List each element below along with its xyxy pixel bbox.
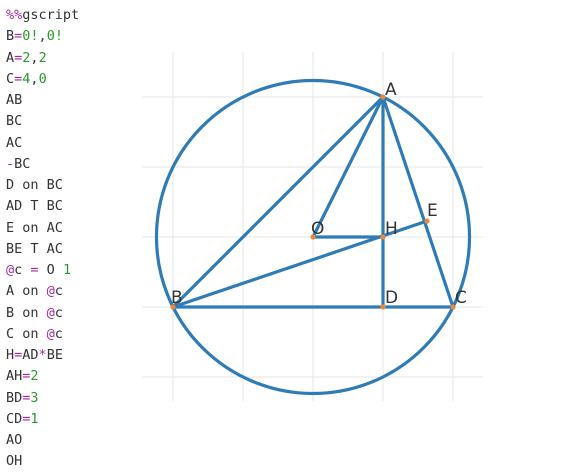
code-line: C=4,0 [6,69,79,90]
segment-ac [381,95,455,309]
segment-ab [171,95,385,309]
code-line: BD=3 [6,388,79,409]
code-token: 2 [30,368,39,385]
code-token: CD [6,410,23,427]
code-token: @ [46,325,55,342]
code-line: BE T AC [6,239,79,260]
code-token: , [38,28,47,45]
code-token: AO [6,432,23,448]
code-token: 0 [38,70,47,87]
code-token: AD T BC [6,198,63,215]
code-line: B on @c [6,303,79,324]
code-line: -BC [6,154,79,175]
code-cell[interactable]: %%gscript B=0!,0! A=2,2 C=4,0 AB BC AC -BC D on … [6,5,79,473]
code-token: , [30,70,39,87]
code-line: B=0!,0! [6,26,79,47]
code-token: gscript [22,7,80,23]
code-token: * [38,347,47,363]
code-token: 0! [46,28,63,45]
code-line: E on AC [6,218,79,239]
code-line: AC [6,133,79,154]
code-token: c [54,304,63,321]
code-token: = [30,262,39,278]
code-token: 1 [62,262,72,278]
code-token: A on [6,283,47,300]
code-token: c [54,325,63,342]
code-token: C [6,70,15,87]
geometry-diagram: A B C D E O H [142,52,483,401]
code-line: CD=1 [6,409,79,430]
code-token: B on [6,304,47,321]
code-token: O [38,262,63,278]
point-label-o: O [311,219,324,239]
code-token: C on [6,325,47,342]
code-line: @c = O 1 [6,260,79,281]
code-line: H=AD*BE [6,345,79,366]
code-token: BC [14,155,31,172]
code-line: %%gscript [6,5,79,26]
code-token: , [30,49,39,66]
code-line: BC [6,111,79,132]
code-line: A=2,2 [6,48,79,69]
code-token: %% [6,7,23,23]
point-label-b: B [171,288,183,308]
code-line: OH [6,451,79,472]
code-line: D on BC [6,175,79,196]
code-token: AB [6,92,23,108]
code-token: B [6,28,15,45]
code-token: OH [6,453,23,470]
point-label-a: A [385,80,397,100]
code-line: A on @c [6,281,79,302]
diagram-svg: A B C D E O H [142,52,483,401]
code-token: c [14,262,31,278]
code-token: AC [6,134,23,151]
code-line: C on @c [6,324,79,345]
code-token: AH [6,368,23,385]
code-token: H [6,347,15,363]
code-token: c [54,283,63,300]
code-token: @ [6,262,15,278]
code-token: D on BC [6,177,63,193]
point-label-c: C [455,288,467,308]
code-token: BC [6,113,23,130]
code-token: E on AC [6,219,63,236]
code-token: A [6,49,15,66]
code-line: AD T BC [6,196,79,217]
code-token: - [6,155,15,172]
code-token: @ [46,283,55,300]
point-label-h: H [385,219,398,239]
code-token: 3 [30,389,39,406]
code-token: 0! [22,28,39,45]
code-line: AH=2 [6,366,79,387]
code-token: 2 [38,49,47,66]
code-token: BD [6,389,23,406]
code-token: 1 [30,410,39,427]
code-token: AD [22,347,39,363]
code-token: BE [46,347,63,363]
point-label-d: D [385,288,398,308]
code-line: AB [6,90,79,111]
code-line: AO [6,430,79,451]
point-label-e: E [427,201,438,221]
code-token: BE T AC [6,240,63,257]
code-token: @ [46,304,55,321]
